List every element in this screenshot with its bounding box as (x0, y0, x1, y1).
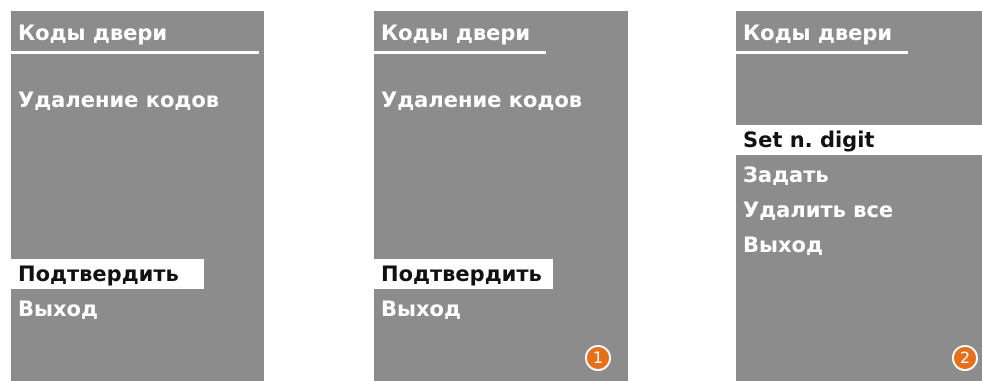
menu-item-exit[interactable]: Выход (18, 294, 98, 324)
menu-screen-3: Коды двери Set n. digit Задать Удалить в… (736, 11, 982, 381)
step-badge: 1 (585, 345, 611, 371)
title-divider (374, 51, 546, 54)
menu-screen-2: Коды двери Удаление кодов Подтвердить Вы… (374, 11, 628, 381)
screen-title: Коды двери (743, 21, 893, 45)
menu-item-delete-codes[interactable]: Удаление кодов (381, 85, 582, 115)
step-badge: 2 (952, 345, 978, 371)
menu-item-delete-codes[interactable]: Удаление кодов (18, 85, 219, 115)
screen-title: Коды двери (18, 21, 168, 45)
screen-title: Коды двери (381, 21, 531, 45)
menu-item-delete-all[interactable]: Удалить все (743, 195, 893, 225)
title-divider (736, 51, 908, 54)
menu-item-confirm[interactable]: Подтвердить (374, 259, 553, 289)
menu-item-set-digit[interactable]: Set n. digit (736, 125, 982, 155)
menu-screen-1: Коды двери Удаление кодов Подтвердить Вы… (11, 11, 264, 381)
menu-item-exit[interactable]: Выход (743, 230, 823, 260)
menu-item-confirm[interactable]: Подтвердить (11, 259, 204, 289)
title-divider (11, 51, 259, 54)
menu-item-exit[interactable]: Выход (381, 294, 461, 324)
menu-item-set[interactable]: Задать (743, 160, 829, 190)
